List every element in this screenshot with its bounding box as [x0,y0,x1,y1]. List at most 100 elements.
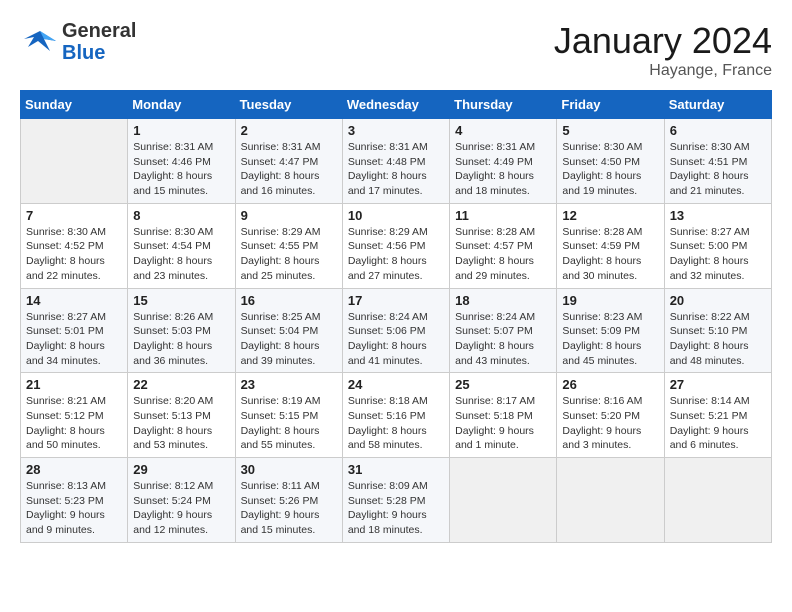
cell-content: Sunrise: 8:28 AMSunset: 4:57 PMDaylight:… [455,225,551,284]
cell-content: Sunrise: 8:30 AMSunset: 4:54 PMDaylight:… [133,225,229,284]
location: Hayange, France [554,62,772,80]
table-row [450,458,557,543]
cell-content: Sunrise: 8:11 AMSunset: 5:26 PMDaylight:… [241,479,337,538]
cell-content: Sunrise: 8:30 AMSunset: 4:50 PMDaylight:… [562,140,658,199]
day-number: 16 [241,293,337,308]
cell-content: Sunrise: 8:21 AMSunset: 5:12 PMDaylight:… [26,394,122,453]
day-number: 27 [670,377,766,392]
cell-content: Sunrise: 8:30 AMSunset: 4:51 PMDaylight:… [670,140,766,199]
calendar-week-row: 28 Sunrise: 8:13 AMSunset: 5:23 PMDayligh… [21,458,772,543]
table-row: 28 Sunrise: 8:13 AMSunset: 5:23 PMDayligh… [21,458,128,543]
table-row: 20 Sunrise: 8:22 AMSunset: 5:10 PMDayligh… [664,288,771,373]
table-row: 5 Sunrise: 8:30 AMSunset: 4:50 PMDaylight… [557,119,664,204]
cell-content: Sunrise: 8:14 AMSunset: 5:21 PMDaylight:… [670,394,766,453]
table-row: 30 Sunrise: 8:11 AMSunset: 5:26 PMDayligh… [235,458,342,543]
table-row: 1 Sunrise: 8:31 AMSunset: 4:46 PMDaylight… [128,119,235,204]
day-number: 22 [133,377,229,392]
table-row: 8 Sunrise: 8:30 AMSunset: 4:54 PMDaylight… [128,203,235,288]
logo-general: General [62,20,136,42]
day-number: 13 [670,208,766,223]
day-number: 28 [26,462,122,477]
cell-content: Sunrise: 8:25 AMSunset: 5:04 PMDaylight:… [241,310,337,369]
table-row [664,458,771,543]
table-row: 13Sunrise: 8:27 AMSunset: 5:00 PMDayligh… [664,203,771,288]
table-row: 27 Sunrise: 8:14 AMSunset: 5:21 PMDayligh… [664,373,771,458]
logo-blue: Blue [62,42,105,64]
day-number: 14 [26,293,122,308]
month-title: January 2024 [554,20,772,62]
cell-content: Sunrise: 8:22 AMSunset: 5:10 PMDaylight:… [670,310,766,369]
day-number: 11 [455,208,551,223]
table-row: 26Sunrise: 8:16 AMSunset: 5:20 PMDayligh… [557,373,664,458]
cell-content: Sunrise: 8:31 AMSunset: 4:46 PMDaylight:… [133,140,229,199]
day-number: 4 [455,123,551,138]
calendar-week-row: 14 Sunrise: 8:27 AMSunset: 5:01 PMDayligh… [21,288,772,373]
table-row: 23 Sunrise: 8:19 AMSunset: 5:15 PMDayligh… [235,373,342,458]
cell-content: Sunrise: 8:31 AMSunset: 4:48 PMDaylight:… [348,140,444,199]
cell-content: Sunrise: 8:24 AMSunset: 5:07 PMDaylight:… [455,310,551,369]
day-number: 15 [133,293,229,308]
table-row: 25Sunrise: 8:17 AMSunset: 5:18 PMDayligh… [450,373,557,458]
day-number: 18 [455,293,551,308]
table-row: 3 Sunrise: 8:31 AMSunset: 4:48 PMDaylight… [342,119,449,204]
col-friday: Friday [557,91,664,119]
cell-content: Sunrise: 8:29 AMSunset: 4:55 PMDaylight:… [241,225,337,284]
cell-content: Sunrise: 8:26 AMSunset: 5:03 PMDaylight:… [133,310,229,369]
table-row: 2Sunrise: 8:31 AMSunset: 4:47 PMDaylight… [235,119,342,204]
table-row: 22 Sunrise: 8:20 AMSunset: 5:13 PMDayligh… [128,373,235,458]
day-number: 20 [670,293,766,308]
table-row: 15 Sunrise: 8:26 AMSunset: 5:03 PMDayligh… [128,288,235,373]
day-number: 21 [26,377,122,392]
col-thursday: Thursday [450,91,557,119]
col-sunday: Sunday [21,91,128,119]
calendar-week-row: 7Sunrise: 8:30 AMSunset: 4:52 PMDaylight… [21,203,772,288]
table-row: 12 Sunrise: 8:28 AMSunset: 4:59 PMDayligh… [557,203,664,288]
cell-content: Sunrise: 8:16 AMSunset: 5:20 PMDaylight:… [562,394,658,453]
cell-content: Sunrise: 8:18 AMSunset: 5:16 PMDaylight:… [348,394,444,453]
cell-content: Sunrise: 8:29 AMSunset: 4:56 PMDaylight:… [348,225,444,284]
table-row: 24 Sunrise: 8:18 AMSunset: 5:16 PMDayligh… [342,373,449,458]
cell-content: Sunrise: 8:20 AMSunset: 5:13 PMDaylight:… [133,394,229,453]
cell-content: Sunrise: 8:17 AMSunset: 5:18 PMDaylight:… [455,394,551,453]
day-number: 5 [562,123,658,138]
cell-content: Sunrise: 8:23 AMSunset: 5:09 PMDaylight:… [562,310,658,369]
table-row: 17Sunrise: 8:24 AMSunset: 5:06 PMDayligh… [342,288,449,373]
day-number: 10 [348,208,444,223]
day-number: 12 [562,208,658,223]
day-number: 29 [133,462,229,477]
table-row [21,119,128,204]
day-number: 1 [133,123,229,138]
cell-content: Sunrise: 8:13 AMSunset: 5:23 PMDaylight:… [26,479,122,538]
table-row: 6 Sunrise: 8:30 AMSunset: 4:51 PMDaylight… [664,119,771,204]
table-row: 31 Sunrise: 8:09 AMSunset: 5:28 PMDayligh… [342,458,449,543]
table-row: 19 Sunrise: 8:23 AMSunset: 5:09 PMDayligh… [557,288,664,373]
day-number: 31 [348,462,444,477]
cell-content: Sunrise: 8:09 AMSunset: 5:28 PMDaylight:… [348,479,444,538]
cell-content: Sunrise: 8:27 AMSunset: 5:01 PMDaylight:… [26,310,122,369]
table-row: 4 Sunrise: 8:31 AMSunset: 4:49 PMDaylight… [450,119,557,204]
table-row: 14 Sunrise: 8:27 AMSunset: 5:01 PMDayligh… [21,288,128,373]
cell-content: Sunrise: 8:30 AMSunset: 4:52 PMDaylight:… [26,225,122,284]
cell-content: Sunrise: 8:31 AMSunset: 4:49 PMDaylight:… [455,140,551,199]
calendar-week-row: 21 Sunrise: 8:21 AMSunset: 5:12 PMDayligh… [21,373,772,458]
table-row: 7Sunrise: 8:30 AMSunset: 4:52 PMDaylight… [21,203,128,288]
logo-bird-icon [20,23,58,61]
col-wednesday: Wednesday [342,91,449,119]
day-number: 30 [241,462,337,477]
calendar-header-row: Sunday Monday Tuesday Wednesday Thursday… [21,91,772,119]
table-row: 10 Sunrise: 8:29 AMSunset: 4:56 PMDayligh… [342,203,449,288]
day-number: 8 [133,208,229,223]
table-row: 18 Sunrise: 8:24 AMSunset: 5:07 PMDayligh… [450,288,557,373]
day-number: 3 [348,123,444,138]
calendar-week-row: 1 Sunrise: 8:31 AMSunset: 4:46 PMDaylight… [21,119,772,204]
day-number: 24 [348,377,444,392]
day-number: 23 [241,377,337,392]
day-number: 19 [562,293,658,308]
cell-content: Sunrise: 8:19 AMSunset: 5:15 PMDaylight:… [241,394,337,453]
day-number: 17 [348,293,444,308]
table-row: 21 Sunrise: 8:21 AMSunset: 5:12 PMDayligh… [21,373,128,458]
table-row: 29Sunrise: 8:12 AMSunset: 5:24 PMDayligh… [128,458,235,543]
day-number: 6 [670,123,766,138]
col-saturday: Saturday [664,91,771,119]
cell-content: Sunrise: 8:28 AMSunset: 4:59 PMDaylight:… [562,225,658,284]
